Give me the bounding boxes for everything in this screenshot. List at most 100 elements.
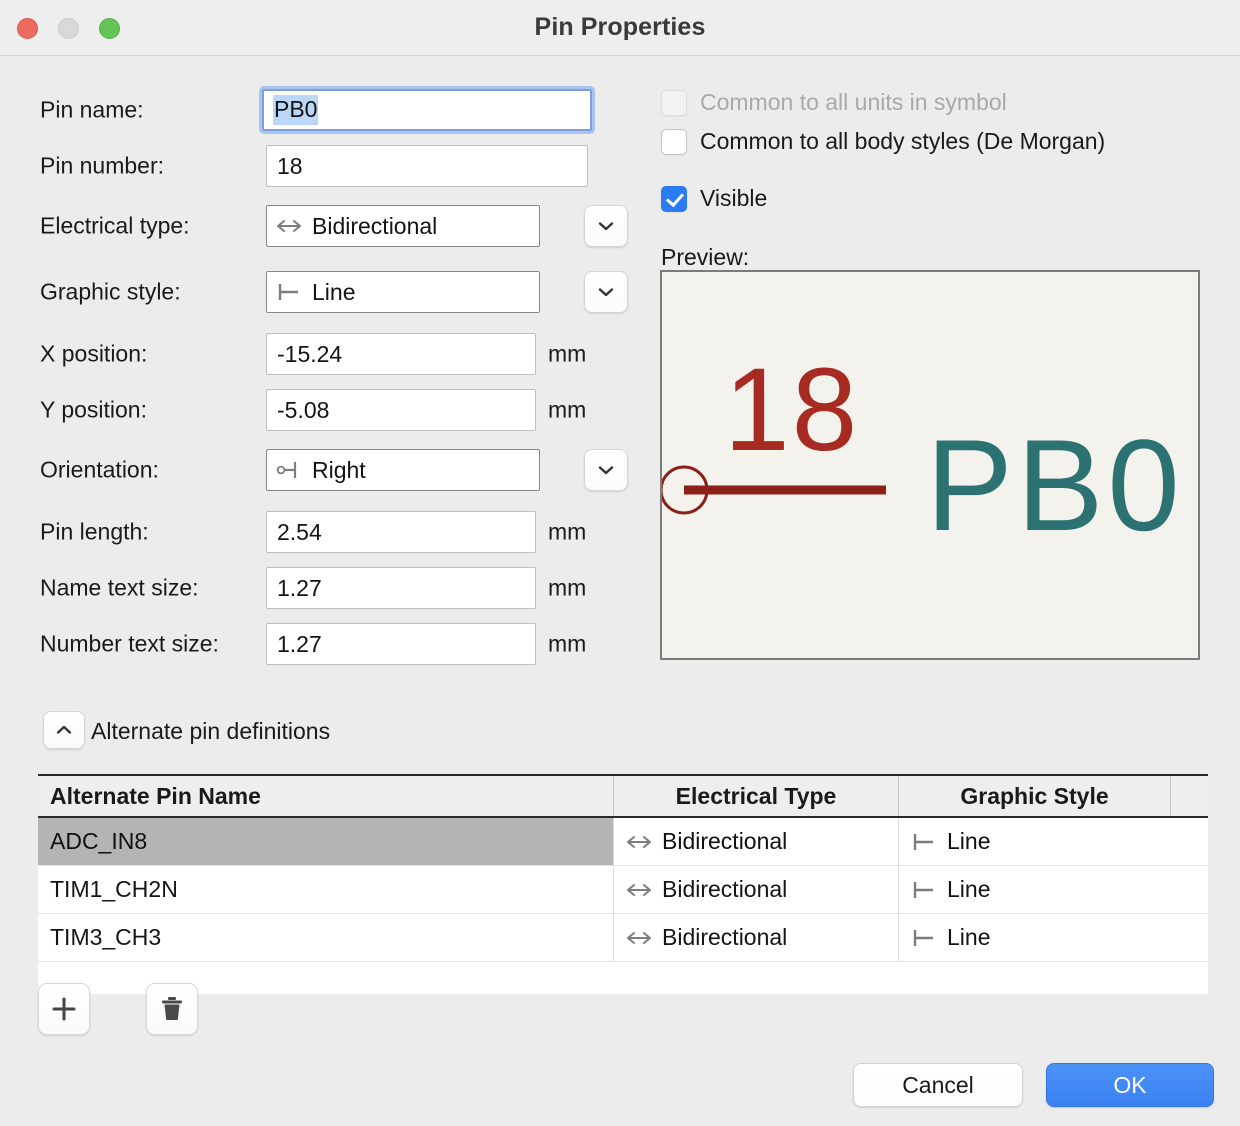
form-row-graphic-style: Graphic style: Line bbox=[40, 271, 600, 313]
electrical-type-label: Electrical type: bbox=[40, 213, 190, 240]
chevron-down-icon bbox=[597, 464, 615, 476]
pin-name-input[interactable]: PB0 bbox=[262, 89, 592, 131]
pin-number-value: 18 bbox=[277, 153, 303, 180]
pin-number-input[interactable]: 18 bbox=[266, 145, 588, 187]
common-units-label: Common to all units in symbol bbox=[700, 89, 1007, 116]
orientation-right-icon bbox=[276, 460, 302, 480]
x-position-label: X position: bbox=[40, 341, 147, 368]
bidirectional-icon bbox=[626, 882, 652, 898]
electrical-type-dropdown-button[interactable] bbox=[584, 205, 628, 247]
cell-graphic-style-value: Line bbox=[947, 876, 990, 903]
cell-graphic-style-value: Line bbox=[947, 828, 990, 855]
checkbox-common-units[interactable]: Common to all units in symbol bbox=[661, 89, 1007, 116]
window-titlebar: Pin Properties bbox=[0, 0, 1240, 56]
cell-graphic-style[interactable]: Line bbox=[899, 914, 1208, 961]
pin-length-unit: mm bbox=[548, 519, 586, 546]
pin-preview-graphic: 18 PB0 bbox=[662, 272, 1198, 658]
electrical-type-value: Bidirectional bbox=[312, 213, 437, 240]
name-text-size-label: Name text size: bbox=[40, 575, 199, 602]
graphic-style-combo[interactable]: Line bbox=[266, 271, 540, 313]
name-text-size-unit: mm bbox=[548, 575, 586, 602]
name-text-size-value: 1.27 bbox=[277, 575, 322, 602]
table-empty-area[interactable] bbox=[38, 962, 1208, 994]
pin-preview-canvas: 18 PB0 bbox=[660, 270, 1200, 660]
pin-length-label: Pin length: bbox=[40, 519, 149, 546]
common-units-checkbox[interactable] bbox=[661, 90, 687, 116]
bidirectional-icon bbox=[626, 834, 652, 850]
number-text-size-input[interactable]: 1.27 bbox=[266, 623, 536, 665]
y-position-unit: mm bbox=[548, 397, 586, 424]
cell-graphic-style[interactable]: Line bbox=[899, 866, 1208, 913]
cell-electrical-type-value: Bidirectional bbox=[662, 924, 787, 951]
preview-pin-name: PB0 bbox=[926, 412, 1184, 558]
number-text-size-value: 1.27 bbox=[277, 631, 322, 658]
orientation-combo[interactable]: Right bbox=[266, 449, 540, 491]
delete-row-button[interactable] bbox=[146, 983, 198, 1035]
y-position-input[interactable]: -5.08 bbox=[266, 389, 536, 431]
window-title: Pin Properties bbox=[0, 13, 1240, 42]
electrical-type-combo[interactable]: Bidirectional bbox=[266, 205, 540, 247]
cancel-button[interactable]: Cancel bbox=[853, 1063, 1023, 1107]
ok-button[interactable]: OK bbox=[1046, 1063, 1214, 1107]
orientation-value: Right bbox=[312, 457, 366, 484]
table-row[interactable]: TIM3_CH3 Bidirectional Line bbox=[38, 914, 1208, 962]
cell-alternate-pin-name[interactable]: ADC_IN8 bbox=[38, 818, 614, 865]
table-header-row: Alternate Pin Name Electrical Type Graph… bbox=[38, 774, 1208, 818]
graphic-style-dropdown-button[interactable] bbox=[584, 271, 628, 313]
form-row-x-position: X position: -15.24 mm bbox=[40, 333, 600, 375]
cell-graphic-style[interactable]: Line bbox=[899, 818, 1208, 865]
line-style-icon bbox=[276, 282, 302, 302]
form-row-orientation: Orientation: Right bbox=[40, 449, 600, 491]
form-row-pin-number: Pin number: 18 bbox=[40, 145, 600, 187]
bidirectional-icon bbox=[626, 930, 652, 946]
form-row-pin-name: Pin name: PB0 bbox=[40, 89, 600, 131]
checkbox-common-body-styles[interactable]: Common to all body styles (De Morgan) bbox=[661, 128, 1105, 155]
visible-label: Visible bbox=[700, 185, 767, 212]
alternate-definitions-collapse-button[interactable] bbox=[43, 711, 85, 749]
checkbox-visible[interactable]: Visible bbox=[661, 185, 767, 212]
number-text-size-label: Number text size: bbox=[40, 631, 219, 658]
number-text-size-unit: mm bbox=[548, 631, 586, 658]
column-header-alternate-pin-name[interactable]: Alternate Pin Name bbox=[38, 776, 614, 816]
chevron-down-icon bbox=[597, 286, 615, 298]
orientation-label: Orientation: bbox=[40, 457, 159, 484]
cell-alternate-pin-name[interactable]: TIM3_CH3 bbox=[38, 914, 614, 961]
alternate-definitions-title: Alternate pin definitions bbox=[91, 718, 330, 745]
name-text-size-input[interactable]: 1.27 bbox=[266, 567, 536, 609]
preview-pin-number: 18 bbox=[724, 344, 859, 476]
common-body-styles-label: Common to all body styles (De Morgan) bbox=[700, 128, 1105, 155]
cell-electrical-type-value: Bidirectional bbox=[662, 876, 787, 903]
pin-name-label: Pin name: bbox=[40, 97, 144, 124]
table-row[interactable]: TIM1_CH2N Bidirectional Line bbox=[38, 866, 1208, 914]
line-style-icon bbox=[911, 928, 937, 948]
x-position-input[interactable]: -15.24 bbox=[266, 333, 536, 375]
cell-electrical-type[interactable]: Bidirectional bbox=[614, 818, 899, 865]
column-header-graphic-style[interactable]: Graphic Style bbox=[899, 776, 1171, 816]
table-row[interactable]: ADC_IN8 Bidirectional Line bbox=[38, 818, 1208, 866]
line-style-icon bbox=[911, 880, 937, 900]
line-style-icon bbox=[911, 832, 937, 852]
form-row-number-text-size: Number text size: 1.27 mm bbox=[40, 623, 600, 665]
visible-checkbox[interactable] bbox=[661, 186, 687, 212]
column-header-electrical-type[interactable]: Electrical Type bbox=[614, 776, 899, 816]
column-header-spacer bbox=[1171, 776, 1208, 816]
form-row-electrical-type: Electrical type: Bidirectional bbox=[40, 205, 600, 247]
pin-length-value: 2.54 bbox=[277, 519, 322, 546]
orientation-dropdown-button[interactable] bbox=[584, 449, 628, 491]
x-position-unit: mm bbox=[548, 341, 586, 368]
cell-electrical-type[interactable]: Bidirectional bbox=[614, 914, 899, 961]
cell-electrical-type[interactable]: Bidirectional bbox=[614, 866, 899, 913]
cell-alternate-pin-name[interactable]: TIM1_CH2N bbox=[38, 866, 614, 913]
bidirectional-icon bbox=[276, 218, 302, 234]
add-row-button[interactable] bbox=[38, 983, 90, 1035]
common-body-styles-checkbox[interactable] bbox=[661, 129, 687, 155]
trash-icon bbox=[159, 995, 185, 1023]
plus-icon bbox=[51, 996, 77, 1022]
graphic-style-label: Graphic style: bbox=[40, 279, 181, 306]
chevron-up-icon bbox=[55, 724, 73, 736]
form-row-name-text-size: Name text size: 1.27 mm bbox=[40, 567, 600, 609]
pin-length-input[interactable]: 2.54 bbox=[266, 511, 536, 553]
alternate-pin-definitions-table[interactable]: Alternate Pin Name Electrical Type Graph… bbox=[38, 774, 1208, 994]
chevron-down-icon bbox=[597, 220, 615, 232]
y-position-label: Y position: bbox=[40, 397, 147, 424]
